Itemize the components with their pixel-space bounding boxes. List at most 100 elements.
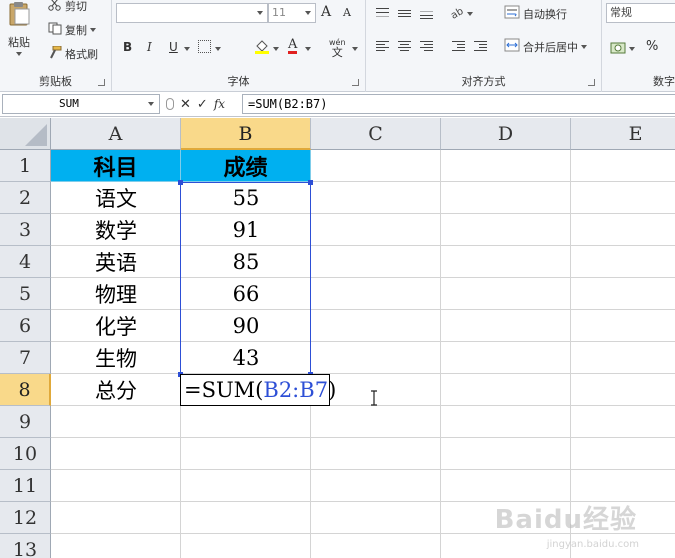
formula-bar-splitter-icon[interactable] [166,98,174,110]
font-name-combo[interactable] [116,3,268,23]
edit-formula-prefix: =SUM( [184,378,264,402]
cell-a8[interactable]: 总分 [51,374,181,406]
cell-a4[interactable]: 英语 [51,246,181,278]
font-color-button[interactable]: A [288,38,298,54]
baidu-watermark: Baidu经验 [494,505,637,535]
cell-b2[interactable]: 55 [181,182,311,214]
row-header-10[interactable]: 10 [0,438,51,470]
font-group-label: 字体 [227,75,250,88]
borders-icon[interactable] [198,40,211,53]
copy-button[interactable]: 复制 [48,22,96,38]
copy-icon [48,22,62,38]
row-header-6[interactable]: 6 [0,310,51,342]
number-format-value: 常规 [610,6,632,19]
orientation-icon[interactable]: ab [449,5,466,24]
align-right-icon[interactable] [420,41,433,52]
name-box[interactable]: SUM [2,94,160,114]
row-header-3[interactable]: 3 [0,214,51,246]
cell-a1[interactable]: 科目 [51,150,181,182]
row-header-5[interactable]: 5 [0,278,51,310]
phonetic-dropdown-arrow[interactable] [352,47,358,51]
cell-a3[interactable]: 数学 [51,214,181,246]
insert-function-icon[interactable]: fx [214,97,225,111]
merge-center-button[interactable]: 合并后居中 [504,38,587,55]
cell-b3[interactable]: 91 [181,214,311,246]
orientation-dropdown-arrow[interactable] [467,12,473,16]
cell-a5[interactable]: 物理 [51,278,181,310]
number-format-combo[interactable]: 常规 [606,3,675,23]
clipboard-launcher-icon[interactable] [98,79,105,86]
accounting-format-icon[interactable] [610,40,628,59]
copy-dropdown-arrow[interactable] [90,28,96,32]
font-size-combo[interactable]: 11 [268,3,316,23]
bottom-align-icon[interactable] [420,8,433,19]
cell-a6[interactable]: 化学 [51,310,181,342]
column-header-c[interactable]: C [311,118,441,150]
row-header-1[interactable]: 1 [0,150,51,182]
cut-button[interactable]: 剪切 [48,0,87,14]
decrease-indent-icon[interactable] [452,41,465,52]
cell-b6[interactable]: 90 [181,310,311,342]
cell-a2[interactable]: 语文 [51,182,181,214]
borders-dropdown-arrow[interactable] [215,47,221,51]
font-color-dropdown-arrow[interactable] [305,47,311,51]
row-header-12[interactable]: 12 [0,502,51,534]
increase-indent-icon[interactable] [474,41,487,52]
paste-label: 粘贴 [8,36,30,49]
merge-center-label: 合并后居中 [523,40,578,54]
shrink-font-button[interactable]: A [343,6,351,19]
font-size-dropdown-arrow[interactable] [305,11,311,15]
align-center-icon[interactable] [398,41,411,52]
paste-dropdown-arrow[interactable] [16,52,22,56]
accounting-dropdown-arrow[interactable] [629,47,635,51]
cell-b5[interactable]: 66 [181,278,311,310]
top-align-icon[interactable] [376,8,389,19]
row-header-7[interactable]: 7 [0,342,51,374]
column-header-e[interactable]: E [571,118,675,150]
font-launcher-icon[interactable] [352,79,359,86]
wrap-text-button[interactable]: 自动换行 [504,5,567,22]
formula-buttons: ✕ ✓ fx [162,94,240,114]
row-header-9[interactable]: 9 [0,406,51,438]
row-header-2[interactable]: 2 [0,182,51,214]
cell-b7[interactable]: 43 [181,342,311,374]
svg-text:ab: ab [450,6,465,20]
copy-label: 复制 [65,24,87,37]
column-header-d[interactable]: D [441,118,571,150]
phonetic-button[interactable]: wén 文 [329,38,346,58]
row-header-4[interactable]: 4 [0,246,51,278]
underline-dropdown-arrow[interactable] [184,47,190,51]
clipboard-group-label: 剪贴板 [39,75,72,88]
italic-button[interactable]: I [147,40,152,54]
percent-button[interactable]: % [646,39,658,54]
format-painter-button[interactable]: 格式刷 [48,45,98,62]
fill-color-icon[interactable] [254,38,270,58]
cancel-icon[interactable]: ✕ [180,97,191,112]
clipboard-icon [6,2,32,26]
row-header-8[interactable]: 8 [0,374,51,406]
middle-align-icon[interactable] [398,8,411,19]
clipboard-group: 粘贴 剪切 复制 格式刷 剪贴板 [0,0,112,92]
merge-center-dropdown-arrow[interactable] [581,44,587,49]
font-name-dropdown-arrow[interactable] [257,11,263,15]
column-header-b[interactable]: B [181,118,311,150]
alignment-launcher-icon[interactable] [588,79,595,86]
cell-b1[interactable]: 成绩 [181,150,311,182]
fill-color-dropdown-arrow[interactable] [273,47,279,51]
cell-a7[interactable]: 生物 [51,342,181,374]
select-all-button[interactable] [0,118,51,150]
paste-button[interactable]: 粘贴 [6,2,32,56]
cell-b8-editor[interactable]: =SUM(B2:B7) [180,374,336,406]
cell-b4[interactable]: 85 [181,246,311,278]
enter-icon[interactable]: ✓ [197,97,208,112]
row-header-13[interactable]: 13 [0,534,51,558]
row-header-11[interactable]: 11 [0,470,51,502]
align-left-icon[interactable] [376,41,389,52]
column-header-a[interactable]: A [51,118,181,150]
bold-button[interactable]: B [123,40,132,54]
number-group-label: 数字 [653,75,675,88]
grow-font-button[interactable]: A [321,4,331,20]
name-box-dropdown-arrow[interactable] [148,102,154,106]
underline-button[interactable]: U [169,40,178,54]
formula-input[interactable]: =SUM(B2:B7) [242,94,675,114]
